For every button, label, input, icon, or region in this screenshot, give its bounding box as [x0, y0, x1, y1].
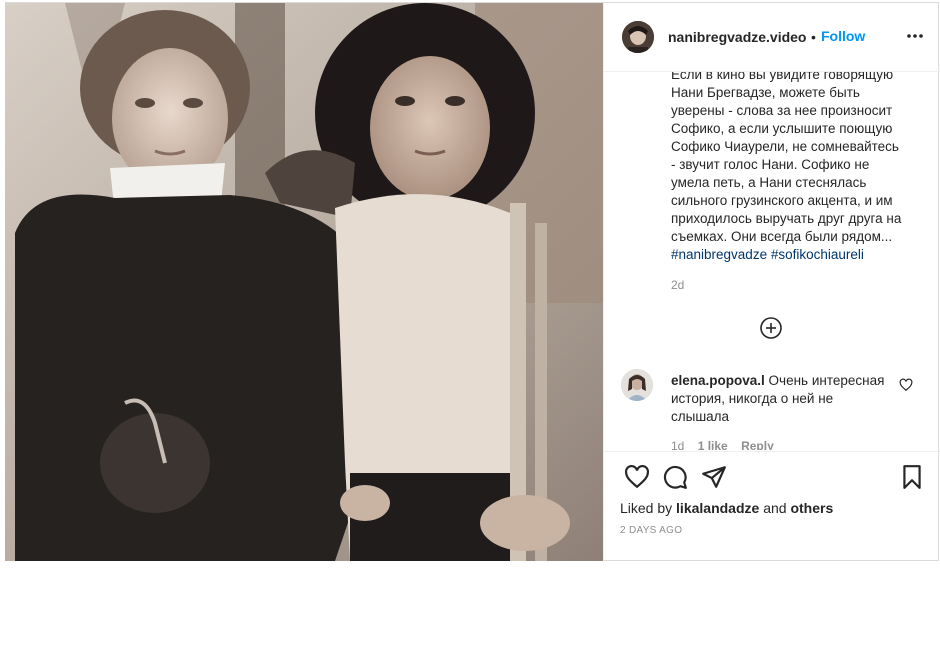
- caption-line: Если в кино вы увидите говорящую: [671, 72, 894, 82]
- avatar-image: [622, 21, 654, 53]
- comment-icon[interactable]: [662, 464, 688, 490]
- comment-username[interactable]: elena.popova.l: [671, 373, 765, 388]
- plus-circle-icon[interactable]: [759, 316, 783, 340]
- caption-hashtags: #nanibregvadze #sofikochiaureli: [671, 246, 916, 264]
- liked-others-link[interactable]: others: [790, 500, 833, 516]
- follow-button[interactable]: Follow: [821, 28, 865, 44]
- post-header: nanibregvadze.video • Follow: [604, 3, 940, 72]
- comment-body: elena.popova.l Очень интересная история,…: [671, 372, 886, 426]
- post-photo[interactable]: [5, 3, 603, 561]
- comment-meta: 1d 1 like Reply: [671, 439, 784, 450]
- reply-button[interactable]: Reply: [741, 439, 774, 450]
- comment-age[interactable]: 1d: [671, 439, 684, 450]
- vintage-photo-illustration: [5, 3, 603, 561]
- separator-dot: •: [811, 29, 816, 45]
- caption-line: съемках. Они всегда были рядом...: [671, 229, 893, 244]
- hashtag-link[interactable]: #nanibregvadze: [671, 247, 767, 262]
- caption-line: - звучит голос Нани. Софико не: [671, 157, 870, 172]
- caption-line: Нани Брегвадзе, можете быть: [671, 85, 860, 100]
- comments-area[interactable]: Если в кино вы увидите говорящую Нани Бр…: [604, 72, 940, 450]
- post-caption: Если в кино вы увидите говорящую Нани Бр…: [671, 72, 916, 264]
- bookmark-icon[interactable]: [899, 464, 925, 490]
- more-horizontal-icon[interactable]: [905, 26, 925, 46]
- liked-prefix: Liked by: [620, 500, 673, 516]
- post-username[interactable]: nanibregvadze.video: [668, 29, 806, 45]
- caption-line: сильного грузинского акцента, и им: [671, 193, 893, 208]
- post-date[interactable]: 2 DAYS AGO: [620, 525, 682, 536]
- liked-user-link[interactable]: likalandadze: [676, 500, 759, 516]
- caption-line: Софико, а если услышите поющую: [671, 121, 893, 136]
- caption-line: приходилось выручать друг друга на: [671, 211, 902, 226]
- comment-avatar[interactable]: [621, 369, 653, 401]
- caption-line: уверены - слова за нее произносит: [671, 103, 893, 118]
- avatar[interactable]: [622, 21, 654, 53]
- hashtag-link[interactable]: #sofikochiaureli: [771, 247, 864, 262]
- comment-likes[interactable]: 1 like: [698, 439, 728, 450]
- paper-plane-icon[interactable]: [701, 464, 727, 490]
- instagram-post: nanibregvadze.video • Follow Если в кино…: [5, 2, 940, 561]
- caption-line: умела петь, а Нани стеснялась: [671, 175, 867, 190]
- heart-icon[interactable]: [899, 378, 913, 392]
- post-actions: Liked by likalandadze and others 2 DAYS …: [604, 451, 940, 561]
- caption-line: Софико Чиаурели, не сомневайтесь: [671, 139, 899, 154]
- liked-and: and: [763, 500, 787, 516]
- caption-time[interactable]: 2d: [671, 278, 684, 292]
- comment-avatar-image: [621, 369, 653, 401]
- liked-by-line: Liked by likalandadze and others: [620, 500, 833, 516]
- post-side-panel: nanibregvadze.video • Follow Если в кино…: [603, 3, 940, 561]
- heart-icon[interactable]: [624, 464, 650, 490]
